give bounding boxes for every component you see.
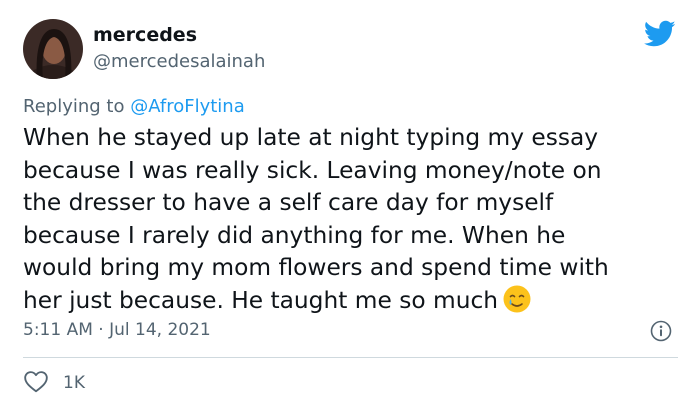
tweet-card: mercedes @mercedesalainah Replying to @A… [0,0,700,412]
twitter-bird-icon[interactable] [643,20,676,48]
user-handle[interactable]: @mercedesalainah [93,50,265,74]
display-name[interactable]: mercedes [93,23,197,47]
like-button[interactable]: 1K [23,370,85,396]
divider [23,357,678,358]
heart-icon[interactable] [23,369,49,397]
tweet-timestamp[interactable]: 5:11 AM · Jul 14, 2021 [23,318,211,342]
info-icon[interactable] [650,320,672,342]
replying-to-label: Replying to [23,96,125,117]
tweet-body: When he stayed up late at night typing m… [23,122,683,318]
replying-to: Replying to @AfroFlytina [23,95,245,119]
face-holding-back-tears-icon [502,284,532,314]
like-count: 1K [63,373,85,393]
reply-mention-link[interactable]: @AfroFlytina [130,96,245,117]
avatar[interactable] [23,19,83,79]
